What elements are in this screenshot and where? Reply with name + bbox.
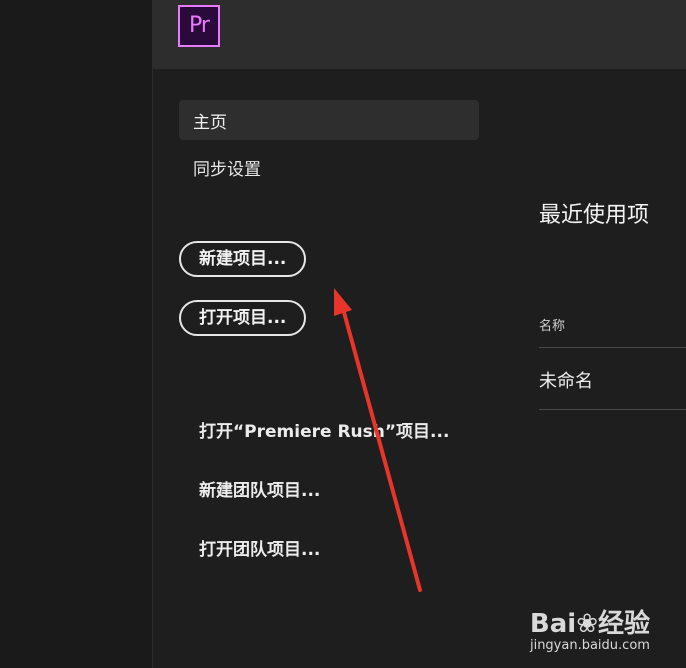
watermark-url: jingyan.baidu.com bbox=[529, 638, 650, 653]
top-bar: Pr bbox=[153, 0, 686, 69]
nav-item-home-label: 主页 bbox=[193, 113, 227, 133]
left-rail bbox=[0, 0, 153, 668]
open-team-project-link[interactable]: 打开团队项目... bbox=[199, 535, 320, 560]
paw-icon: ❀ bbox=[576, 609, 598, 639]
nav-item-sync-settings[interactable]: 同步设置 bbox=[193, 155, 261, 180]
column-header-name[interactable]: 名称 bbox=[539, 315, 565, 334]
header-divider bbox=[539, 347, 686, 348]
recent-item-row[interactable]: 未命名 bbox=[539, 367, 593, 393]
start-panel: 主页 同步设置 新建项目... 打开项目... 打开“Premiere Rush… bbox=[153, 69, 686, 668]
new-team-project-link[interactable]: 新建团队项目... bbox=[199, 476, 320, 501]
open-project-button[interactable]: 打开项目... bbox=[179, 300, 307, 336]
nav-item-home[interactable]: 主页 bbox=[179, 100, 479, 140]
new-project-button[interactable]: 新建项目... bbox=[179, 241, 307, 277]
premiere-pro-logo: Pr bbox=[178, 5, 220, 47]
open-premiere-rush-project-link[interactable]: 打开“Premiere Rush”项目... bbox=[199, 417, 449, 442]
recent-items-title: 最近使用项 bbox=[539, 203, 650, 228]
baidu-jingyan-watermark: Bai❀经验 jingyan.baidu.com bbox=[530, 610, 650, 654]
watermark-brand: Bai bbox=[529, 609, 577, 639]
watermark-suffix: 经验 bbox=[597, 609, 650, 639]
row-divider bbox=[539, 409, 686, 410]
premiere-start-screen: Pr 主页 同步设置 新建项目... 打开项目... 打开“Premiere R… bbox=[0, 0, 686, 668]
